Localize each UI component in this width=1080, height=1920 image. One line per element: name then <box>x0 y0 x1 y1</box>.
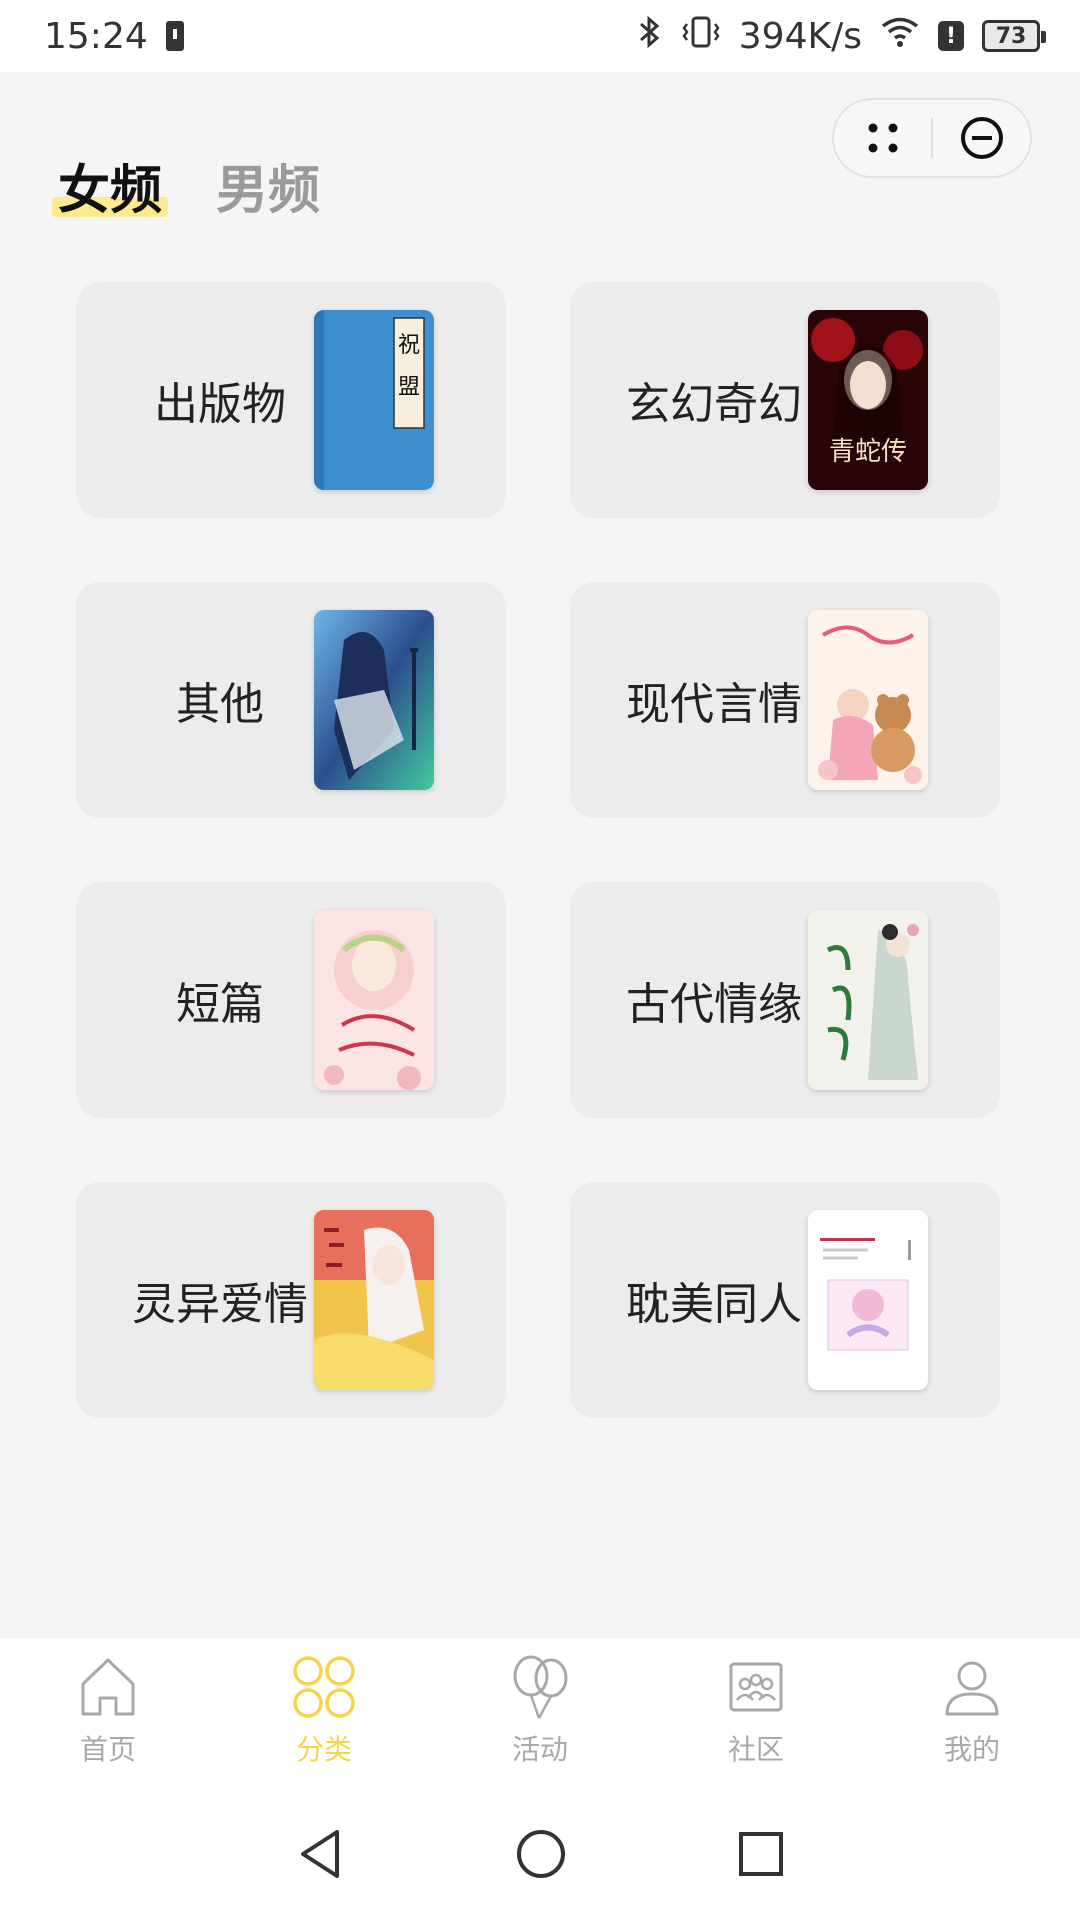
battery-saver-icon <box>165 21 184 51</box>
home-circle-icon <box>517 1830 565 1878</box>
cover-title: 青蛇传 <box>829 437 907 467</box>
nav-label: 社区 <box>727 1733 784 1766</box>
nav-profile[interactable]: 我的 <box>864 1638 1080 1788</box>
vibrate-icon <box>681 14 721 59</box>
community-icon <box>721 1652 791 1722</box>
status-time: 15:24 <box>44 15 148 57</box>
category-card-short-stories[interactable]: 短篇 <box>76 882 506 1118</box>
nav-activity[interactable]: 活动 <box>432 1638 648 1788</box>
category-card-modern-romance[interactable]: 现代言情 <box>570 582 1000 818</box>
category-label: 玄幻奇幻 <box>626 379 802 430</box>
book-cover-image <box>808 610 928 790</box>
category-label: 灵异爱情 <box>132 1279 308 1330</box>
back-button[interactable] <box>295 1826 345 1882</box>
status-bar: 15:24 394K/s ! 73 <box>0 0 1080 72</box>
nav-label: 首页 <box>79 1733 136 1766</box>
category-label: 古代情缘 <box>626 979 802 1030</box>
category-label: 其他 <box>176 679 264 730</box>
book-cover-image: 青蛇传 <box>808 310 928 490</box>
category-label: 现代言情 <box>626 679 802 730</box>
close-miniprogram-button[interactable] <box>933 100 1030 176</box>
system-nav-bar <box>0 1788 1080 1920</box>
category-card-fantasy[interactable]: 玄幻奇幻 青蛇传 <box>570 282 1000 518</box>
wifi-icon <box>880 16 920 57</box>
network-speed: 394K/s <box>738 15 862 57</box>
balloon-icon <box>505 1652 575 1722</box>
category-card-publications[interactable]: 出版物 祝 盟 <box>76 282 506 518</box>
tab-female[interactable]: 女频 <box>51 148 169 223</box>
nav-label: 我的 <box>943 1733 1000 1766</box>
nav-label: 分类 <box>295 1733 352 1766</box>
book-cover-image <box>314 1210 434 1390</box>
miniprogram-capsule <box>832 98 1032 178</box>
category-card-other[interactable]: 其他 <box>76 582 506 818</box>
cover-title-char-1: 祝 <box>398 333 420 358</box>
home-button[interactable] <box>515 1828 567 1880</box>
category-label: 短篇 <box>176 979 264 1030</box>
category-grid: 出版物 祝 盟 玄幻奇幻 青蛇传 其他 现代言情 短篇 古代情缘 灵异爱情 耽美… <box>76 282 1006 1418</box>
recents-button[interactable] <box>737 1830 785 1878</box>
tab-male[interactable]: 男频 <box>216 148 320 223</box>
bottom-nav: 首页 分类 活动 社区 我的 <box>0 1638 1080 1788</box>
book-cover-image <box>808 1210 928 1390</box>
book-cover-image <box>808 910 928 1090</box>
category-label: 耽美同人 <box>626 1279 802 1330</box>
profile-icon <box>937 1652 1007 1722</box>
nav-label: 活动 <box>511 1733 568 1766</box>
nav-community[interactable]: 社区 <box>648 1638 864 1788</box>
gender-tabs: 女频 男频 <box>51 148 320 223</box>
nav-home[interactable]: 首页 <box>0 1638 216 1788</box>
back-triangle-icon <box>301 1830 339 1878</box>
more-dots-icon <box>868 123 897 153</box>
alert-icon: ! <box>938 21 964 51</box>
recents-square-icon <box>739 1832 783 1876</box>
bluetooth-icon <box>637 14 663 59</box>
home-icon <box>73 1652 143 1722</box>
category-icon <box>289 1652 359 1722</box>
category-card-danmei[interactable]: 耽美同人 <box>570 1182 1000 1418</box>
more-options-button[interactable] <box>834 100 931 176</box>
book-cover-image: 祝 盟 <box>314 310 434 490</box>
category-card-supernatural-romance[interactable]: 灵异爱情 <box>76 1182 506 1418</box>
category-label: 出版物 <box>154 379 286 430</box>
minimize-circle-icon <box>960 117 1003 159</box>
book-cover-image <box>314 910 434 1090</box>
book-cover-image <box>314 610 434 790</box>
nav-category[interactable]: 分类 <box>216 1638 432 1788</box>
cover-title-char-2: 盟 <box>398 375 420 400</box>
battery-icon: 73 <box>982 20 1046 52</box>
category-card-ancient-romance[interactable]: 古代情缘 <box>570 882 1000 1118</box>
